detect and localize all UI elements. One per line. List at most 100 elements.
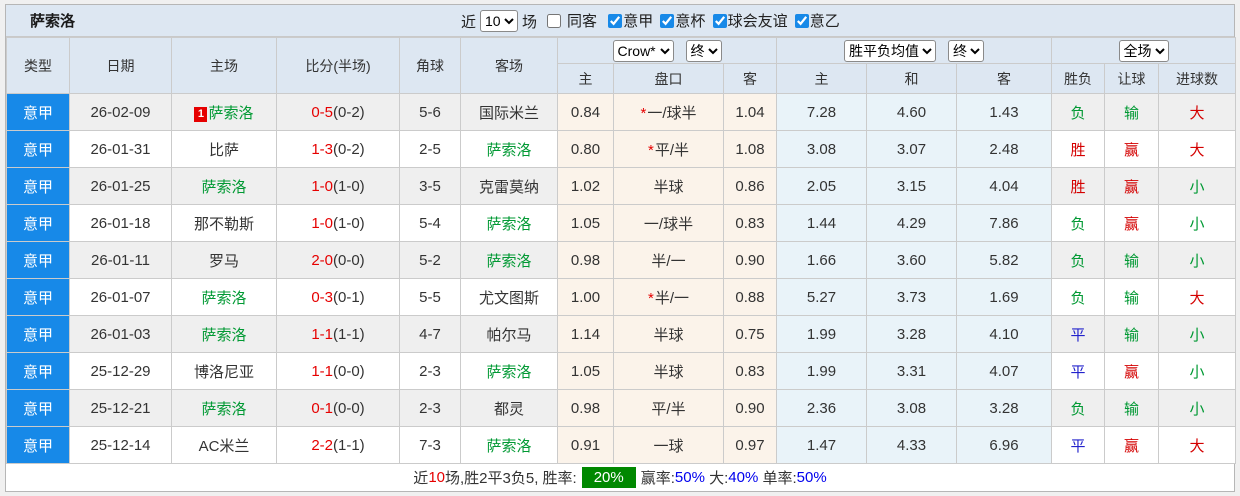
fulltime-score: 1-1	[311, 362, 333, 380]
summary-segment: 20%	[581, 467, 636, 488]
date-cell: 26-01-25	[69, 167, 172, 205]
away-odds-cell: 0.75	[722, 315, 778, 353]
league-filter-checkbox[interactable]	[712, 13, 727, 28]
handicap-result-cell: 赢	[1104, 204, 1160, 242]
home-team-cell: 萨索洛	[171, 278, 277, 316]
away-team-name[interactable]: 萨索洛	[486, 142, 531, 159]
summary-footer: 近 10 场,胜2平3负5, 胜率: 20% 赢率: 50% 大: 40% 单率…	[6, 464, 1234, 491]
home-team-name[interactable]: 萨索洛	[201, 179, 246, 196]
league-filter-label: 同客	[567, 13, 598, 31]
handicap-result-text: 输	[1124, 400, 1140, 418]
league-filter-checkbox[interactable]	[608, 13, 623, 28]
home-team-name[interactable]: 那不勒斯	[194, 216, 254, 233]
league-filter-item[interactable]: 意甲	[608, 10, 653, 31]
live-star-icon: *	[640, 104, 647, 122]
league-filter-item[interactable]: 球会友谊	[712, 10, 788, 31]
handicap-text: 半/一	[651, 252, 686, 270]
corners-cell: 5-4	[399, 204, 461, 242]
league-filter-checkbox[interactable]	[660, 13, 675, 28]
away-team-name[interactable]: 萨索洛	[486, 216, 531, 233]
home-team-cell: 罗马	[171, 241, 277, 279]
handicap-result-cell: 输	[1104, 389, 1160, 427]
scope-select[interactable]: 全场	[1118, 39, 1169, 62]
away-team-cell: 萨索洛	[460, 130, 558, 168]
league-filter-item[interactable]: 同客	[547, 10, 597, 31]
handicap-result-cell: 赢	[1104, 167, 1160, 205]
away-team-name[interactable]: 都灵	[494, 401, 524, 418]
score-cell: 2-2(1-1)	[276, 426, 400, 464]
page-title: 萨索洛	[30, 13, 76, 30]
away-team-name[interactable]: 帕尔马	[486, 327, 531, 344]
league-filter-item[interactable]: 意杯	[660, 10, 705, 31]
away-team-cell: 萨索洛	[460, 241, 558, 279]
halftime-score: (0-0)	[333, 362, 365, 380]
odds-company-select[interactable]: Crow*	[612, 39, 674, 62]
date-cell: 26-01-03	[69, 315, 172, 353]
away-team-name[interactable]: 萨索洛	[486, 364, 531, 381]
handicap-cell: *半/一	[613, 278, 724, 316]
home-team-name[interactable]: 罗马	[209, 253, 239, 270]
avg-draw-cell: 4.60	[866, 93, 958, 131]
halftime-score: (0-2)	[333, 103, 365, 121]
summary-segment: 场,胜2平3负5, 胜率:	[445, 470, 577, 487]
halftime-score: (0-0)	[333, 251, 365, 269]
league-cell[interactable]: 意甲	[6, 315, 70, 353]
score-cell: 0-3(0-1)	[276, 278, 400, 316]
odds-time-select[interactable]: 终	[685, 39, 722, 62]
home-team-name[interactable]: 比萨	[209, 142, 239, 159]
league-cell[interactable]: 意甲	[6, 93, 70, 131]
col-header-avg-home: 主	[776, 63, 868, 94]
recent-count-select[interactable]: 10	[480, 10, 519, 32]
home-team-name[interactable]: 萨索洛	[201, 327, 246, 344]
league-filter-checkbox[interactable]	[794, 13, 809, 28]
avg-draw-cell: 3.31	[866, 352, 958, 390]
handicap-cell: *半球	[613, 167, 724, 205]
league-cell[interactable]: 意甲	[6, 167, 70, 205]
league-cell[interactable]: 意甲	[6, 426, 70, 464]
table-row: 意甲 26-01-31 比萨 1-3(0-2) 2-5 萨索洛 0.80 *平/…	[6, 130, 1237, 168]
avg-time-select[interactable]: 终	[948, 39, 985, 62]
avg-away-cell: 1.43	[956, 93, 1053, 131]
handicap-result-cell: 输	[1104, 93, 1160, 131]
home-team-cell: 比萨	[171, 130, 277, 168]
home-team-cell: 1 萨索洛	[171, 93, 277, 131]
away-team-name[interactable]: 尤文图斯	[479, 290, 539, 307]
away-team-name[interactable]: 国际米兰	[479, 105, 539, 122]
goals-text: 大	[1189, 289, 1205, 307]
avg-away-cell: 6.96	[956, 426, 1053, 464]
league-cell[interactable]: 意甲	[6, 241, 70, 279]
result-cell: 负	[1051, 278, 1106, 316]
goals-text: 小	[1189, 252, 1205, 270]
home-team-name[interactable]: 博洛尼亚	[194, 364, 254, 381]
league-cell[interactable]: 意甲	[6, 278, 70, 316]
league-filter-item[interactable]: 意乙	[794, 10, 840, 31]
home-team-name[interactable]: 萨索洛	[201, 401, 246, 418]
home-team-name[interactable]: AC米兰	[199, 438, 250, 455]
goals-cell: 大	[1158, 426, 1237, 464]
result-text: 负	[1070, 215, 1086, 233]
result-text: 胜	[1070, 141, 1086, 159]
away-team-name[interactable]: 萨索洛	[486, 253, 531, 270]
halftime-score: (1-0)	[333, 177, 365, 195]
league-filter-label: 意乙	[809, 13, 840, 31]
handicap-cell: *平/半	[613, 130, 724, 168]
home-odds-cell: 0.98	[557, 389, 614, 427]
away-team-name[interactable]: 克雷莫纳	[479, 179, 539, 196]
goals-cell: 小	[1158, 315, 1237, 353]
league-cell[interactable]: 意甲	[6, 204, 70, 242]
goals-cell: 小	[1158, 241, 1237, 279]
handicap-cell: *一/球半	[613, 93, 724, 131]
score-cell: 2-0(0-0)	[276, 241, 400, 279]
avg-selector-group: 胜平负均值终	[776, 37, 1053, 64]
league-cell[interactable]: 意甲	[6, 130, 70, 168]
score-cell: 1-0(1-0)	[276, 167, 400, 205]
away-team-name[interactable]: 萨索洛	[486, 438, 531, 455]
league-cell[interactable]: 意甲	[6, 352, 70, 390]
avg-home-cell: 2.36	[776, 389, 868, 427]
home-team-name[interactable]: 萨索洛	[208, 105, 253, 122]
odds-selector-group: Crow* 终	[556, 37, 778, 64]
home-team-name[interactable]: 萨索洛	[201, 290, 246, 307]
league-filter-checkbox[interactable]	[547, 13, 562, 28]
league-cell[interactable]: 意甲	[6, 389, 70, 427]
avg-type-select[interactable]: 胜平负均值	[844, 39, 937, 62]
